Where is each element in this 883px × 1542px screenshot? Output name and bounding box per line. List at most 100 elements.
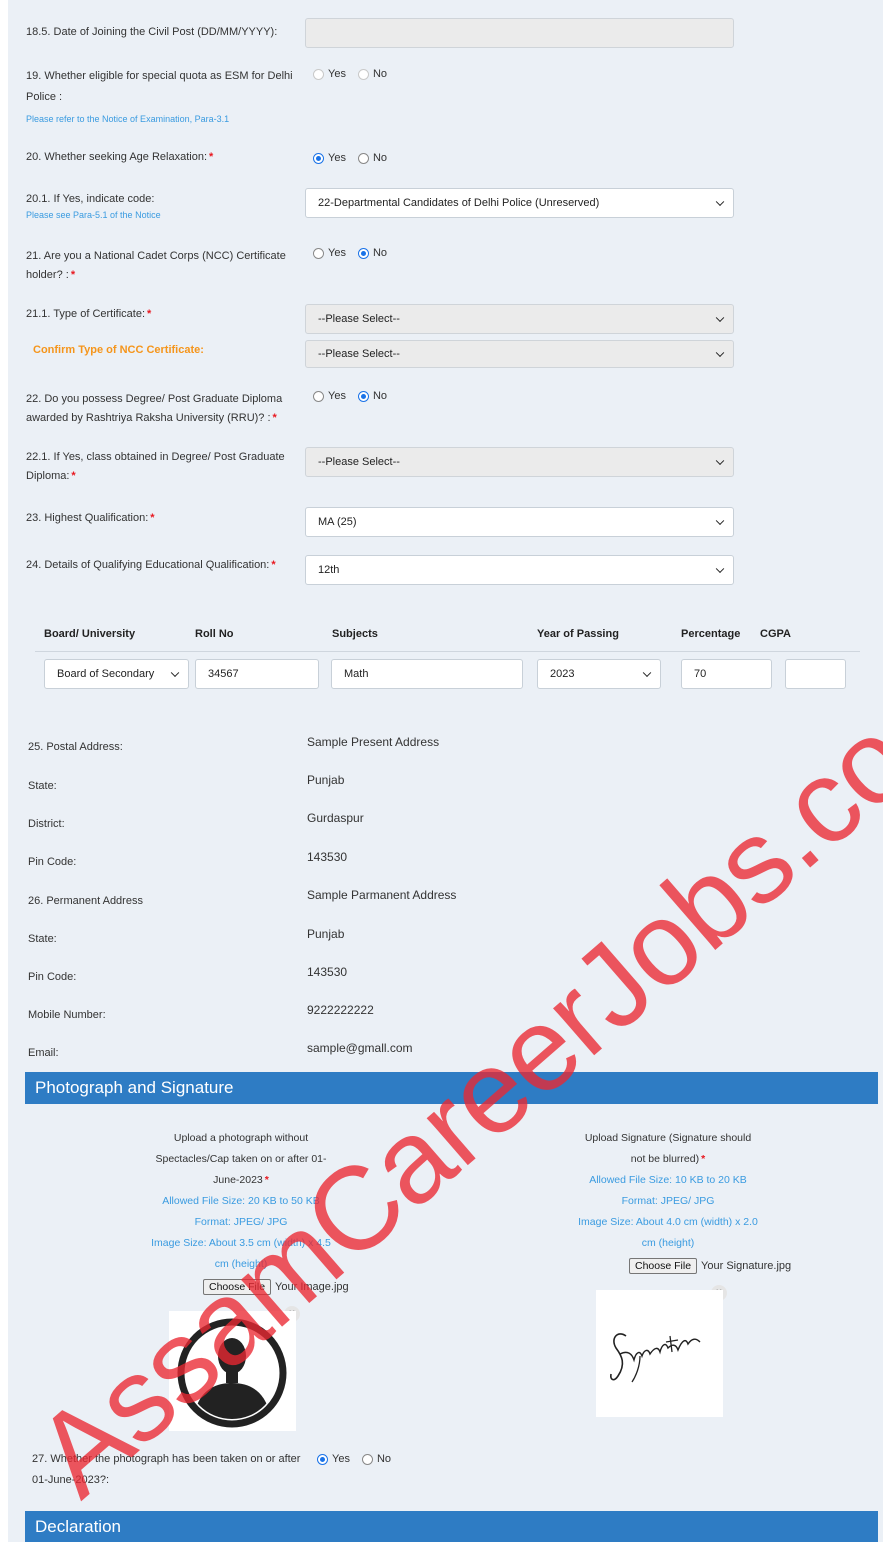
sig-dims-hint-2: cm (height) <box>641 1237 695 1249</box>
esm-yes-radio[interactable] <box>313 68 324 80</box>
address-label: State: <box>28 780 57 792</box>
rru-class-value: --Please Select-- <box>318 456 400 468</box>
q19-label-line1: 19. Whether eligible for special quota a… <box>26 70 293 82</box>
signature-choose-file-button[interactable]: Choose File <box>629 1258 698 1274</box>
ncc-certificate-type-value: --Please Select-- <box>318 313 400 325</box>
photo-preview <box>169 1311 296 1431</box>
address-value: 9222222222 <box>307 1003 374 1017</box>
cgpa-input[interactable] <box>785 659 846 689</box>
date-joining-civil-post-input[interactable] <box>305 18 734 48</box>
th-subjects: Subjects <box>332 628 378 640</box>
relaxation-code-select[interactable]: 22-Departmental Candidates of Delhi Poli… <box>305 188 734 218</box>
sig-size-hint: Allowed File Size: 10 KB to 20 KB <box>589 1174 747 1186</box>
age-relaxation-no-radio[interactable] <box>357 152 369 164</box>
esm-yes-label: Yes <box>328 68 346 80</box>
chevron-down-icon <box>715 197 725 207</box>
th-percentage: Percentage <box>681 628 741 640</box>
signature-upload-instructions: Upload Signature (Signature should not b… <box>563 1128 773 1254</box>
confirm-ncc-certificate-select[interactable]: --Please Select-- <box>305 340 734 368</box>
chevron-down-icon <box>715 456 725 466</box>
qualifying-education-value: 12th <box>318 564 340 576</box>
address-label: State: <box>28 933 57 945</box>
board-university-select[interactable]: Board of Secondary <box>44 659 189 689</box>
rru-yes-radio[interactable] <box>313 390 324 402</box>
q21-1-label: 21.1. Type of Certificate: * <box>26 308 152 320</box>
photo-date-yes-label: Yes <box>332 1453 350 1465</box>
photo-size-hint: Allowed File Size: 20 KB to 50 KB <box>162 1195 320 1207</box>
address-label: Pin Code: <box>28 971 77 983</box>
esm-quota-radio-group: Yes No <box>313 68 399 80</box>
board-university-value: Board of Secondary <box>57 668 155 680</box>
photo-choose-file-button[interactable]: Choose File <box>203 1279 272 1295</box>
q20-label: 20. Whether seeking Age Relaxation: * <box>26 151 214 163</box>
q22-1-label-line1: 22.1. If Yes, class obtained in Degree/ … <box>26 451 285 463</box>
year-of-passing-select[interactable]: 2023 <box>537 659 661 689</box>
age-relaxation-no-label: No <box>372 152 388 164</box>
rru-degree-radio-group: Yes No <box>313 390 399 402</box>
esm-no-radio[interactable] <box>357 68 369 80</box>
age-relaxation-yes-radio[interactable] <box>313 152 324 164</box>
highest-qualification-select[interactable]: MA (25) <box>305 507 734 537</box>
rru-no-label: No <box>372 390 388 402</box>
rru-class-select[interactable]: --Please Select-- <box>305 447 734 477</box>
ncc-holder-radio-group: Yes No <box>313 247 399 259</box>
q21-label-line1: 21. Are you a National Cadet Corps (NCC)… <box>26 250 286 262</box>
relaxation-code-value: 22-Departmental Candidates of Delhi Poli… <box>318 197 600 209</box>
percentage-input[interactable]: 70 <box>681 659 772 689</box>
roll-no-input[interactable]: 34567 <box>195 659 319 689</box>
address-label: 26. Permanent Address <box>28 895 143 907</box>
address-value: Punjab <box>307 773 345 787</box>
q21-label-line2: holder? : * <box>26 269 76 281</box>
confirm-ncc-value: --Please Select-- <box>318 348 400 360</box>
photo-instr-line3: June-2023 * <box>213 1174 269 1186</box>
q27-label-line2: 01-June-2023?: <box>32 1474 110 1486</box>
photo-dims-hint-2: cm (height) <box>214 1258 268 1270</box>
address-label: District: <box>28 818 65 830</box>
ncc-no-label: No <box>372 247 388 259</box>
ncc-no-radio[interactable] <box>357 247 369 259</box>
chevron-down-icon <box>642 668 652 678</box>
photo-upload-instructions: Upload a photograph without Spectacles/C… <box>141 1128 341 1275</box>
address-label: Email: <box>28 1047 59 1059</box>
age-relaxation-radio-group: Yes No <box>313 152 399 164</box>
highest-qualification-value: MA (25) <box>318 516 357 528</box>
address-value: 143530 <box>307 850 348 864</box>
q19-hint-link[interactable]: Please refer to the Notice of Examinatio… <box>26 112 229 126</box>
sig-instr-line1: Upload Signature (Signature should <box>584 1132 752 1144</box>
age-relaxation-yes-label: Yes <box>328 152 346 164</box>
subjects-input[interactable]: Math <box>331 659 523 689</box>
th-roll-no: Roll No <box>195 628 234 640</box>
q18-5-label: 18.5. Date of Joining the Civil Post (DD… <box>26 26 278 38</box>
rru-no-radio[interactable] <box>357 390 369 402</box>
handwritten-signature-image <box>610 1333 701 1383</box>
q22-label-line1: 22. Do you possess Degree/ Post Graduate… <box>26 393 283 405</box>
ncc-yes-radio[interactable] <box>313 247 324 259</box>
photo-date-yes-radio[interactable] <box>317 1453 328 1465</box>
chevron-down-icon <box>170 668 180 678</box>
ncc-certificate-type-select[interactable]: --Please Select-- <box>305 304 734 334</box>
photo-signature-section-header: Photograph and Signature <box>25 1072 878 1104</box>
year-of-passing-value: 2023 <box>550 668 575 680</box>
address-value: 143530 <box>307 965 348 979</box>
ncc-yes-label: Yes <box>328 247 346 259</box>
q22-1-label-line2: Diploma: * <box>26 470 76 482</box>
address-label: 25. Postal Address: <box>28 741 123 753</box>
photo-format-hint: Format: JPEG/ JPG <box>194 1216 288 1228</box>
sig-format-hint: Format: JPEG/ JPG <box>621 1195 715 1207</box>
declaration-section-header: Declaration <box>25 1511 878 1542</box>
th-year-of-passing: Year of Passing <box>537 628 619 640</box>
address-label: Pin Code: <box>28 856 77 868</box>
address-label: Mobile Number: <box>28 1009 106 1021</box>
q19-label-line2: Police : <box>26 91 63 103</box>
application-form: 18.5. Date of Joining the Civil Post (DD… <box>8 0 883 1542</box>
q24-label: 24. Details of Qualifying Educational Qu… <box>26 559 276 571</box>
qualifying-education-select[interactable]: 12th <box>305 555 734 585</box>
q20-1-hint-link[interactable]: Please see Para-5.1 of the Notice <box>26 208 161 222</box>
chevron-down-icon <box>715 564 725 574</box>
photo-date-no-radio[interactable] <box>361 1453 373 1465</box>
signature-preview <box>596 1290 723 1417</box>
table-header-divider <box>35 651 860 652</box>
chevron-down-icon <box>715 313 725 323</box>
photo-dims-hint-1: Image Size: About 3.5 cm (width) x 4.5 <box>151 1237 331 1249</box>
photo-date-no-label: No <box>376 1453 392 1465</box>
